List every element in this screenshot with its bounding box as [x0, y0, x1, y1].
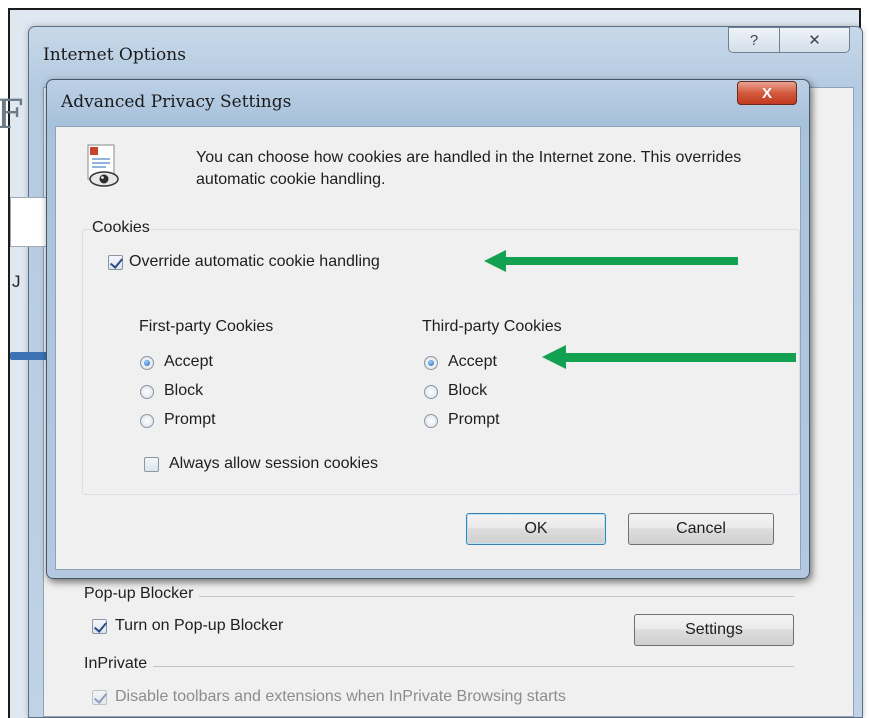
first-party-block-radio[interactable]	[140, 385, 154, 399]
inprivate-group-label: InPrivate	[84, 655, 154, 673]
popup-blocker-checkbox-label[interactable]: Turn on Pop-up Blocker	[115, 617, 283, 635]
help-icon: ?	[749, 31, 759, 49]
help-button[interactable]: ?	[728, 27, 780, 53]
window-controls: ? ✕	[728, 27, 850, 53]
first-party-accept-radio[interactable]	[140, 356, 154, 370]
annotation-arrow-third-party	[542, 345, 796, 369]
first-party-heading: First-party Cookies	[139, 318, 274, 335]
popup-blocker-checkbox[interactable]	[92, 619, 107, 634]
inprivate-checkbox-label: Disable toolbars and extensions when InP…	[115, 688, 566, 705]
background-heading-fragment: F	[0, 92, 24, 138]
override-cookie-label[interactable]: Override automatic cookie handling	[129, 253, 380, 271]
background-slider-fragment	[10, 352, 50, 360]
close-icon: ✕	[808, 32, 821, 49]
first-party-prompt-radio[interactable]	[140, 414, 154, 428]
third-party-heading: Third-party Cookies	[422, 318, 562, 335]
inprivate-checkbox[interactable]	[92, 690, 107, 705]
close-button[interactable]: ✕	[780, 27, 850, 53]
popup-settings-button[interactable]: Settings	[634, 614, 794, 646]
first-party-prompt-label[interactable]: Prompt	[164, 411, 216, 429]
third-party-block-radio[interactable]	[424, 385, 438, 399]
cookies-group-label: Cookies	[92, 219, 150, 236]
session-cookies-checkbox[interactable]	[144, 457, 159, 472]
third-party-prompt-radio[interactable]	[424, 414, 438, 428]
override-cookie-checkbox[interactable]	[108, 255, 123, 270]
dialog-title: Advanced Privacy Settings	[61, 92, 292, 112]
session-cookies-label[interactable]: Always allow session cookies	[169, 455, 378, 473]
ok-button[interactable]: OK	[466, 513, 606, 545]
first-party-accept-label[interactable]: Accept	[164, 353, 213, 371]
third-party-block-label[interactable]: Block	[448, 382, 487, 400]
inprivate-group-line	[84, 666, 794, 667]
third-party-accept-radio[interactable]	[424, 356, 438, 370]
cancel-button[interactable]: Cancel	[628, 513, 774, 545]
popup-blocker-group-label: Pop-up Blocker	[84, 585, 200, 603]
advanced-privacy-dialog: Advanced Privacy Settings X You can choo…	[46, 79, 810, 579]
annotation-arrow-override	[484, 250, 738, 272]
third-party-accept-label[interactable]: Accept	[448, 353, 497, 371]
background-field-fragment	[10, 197, 50, 247]
third-party-prompt-label[interactable]: Prompt	[448, 411, 500, 429]
first-party-block-label[interactable]: Block	[164, 382, 203, 400]
background-text-fragment: J	[12, 272, 21, 291]
dialog-close-button[interactable]: X	[737, 81, 797, 105]
window-title: Internet Options	[43, 45, 186, 65]
info-text: You can choose how cookies are handled i…	[196, 149, 742, 188]
close-icon: X	[761, 84, 772, 102]
privacy-document-eye-icon	[87, 144, 119, 187]
